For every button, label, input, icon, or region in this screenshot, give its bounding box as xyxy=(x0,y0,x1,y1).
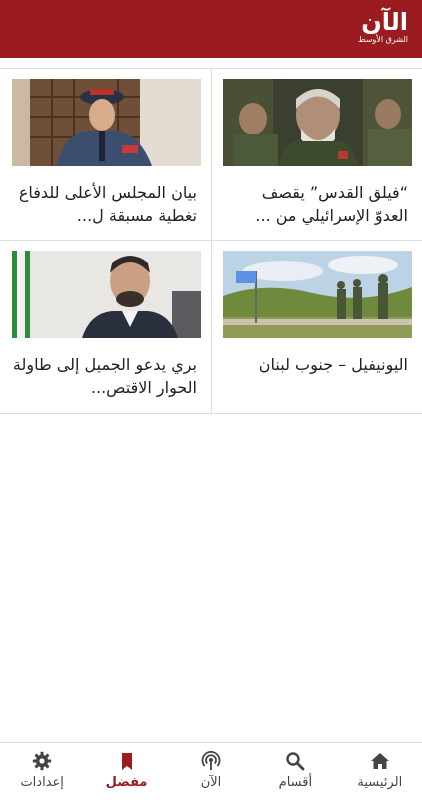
tab-label: الرئيسية xyxy=(357,775,403,790)
tab-label: مفضل xyxy=(105,775,148,790)
article-title[interactable]: بري يدعو الجميل إلى طاولة الحوار الاقتص.… xyxy=(12,353,197,399)
article-card[interactable]: بري يدعو الجميل إلى طاولة الحوار الاقتص.… xyxy=(0,241,211,413)
tab-label: أقسام xyxy=(278,775,313,790)
article-thumbnail[interactable] xyxy=(12,251,201,338)
article-title[interactable]: بيان المجلس الأعلى للدفاع تغطية مسبقة ل.… xyxy=(12,181,197,227)
bottom-tab-bar: الرئيسية أقسام الآن مفضل إعدادات xyxy=(0,742,422,800)
article-thumbnail[interactable] xyxy=(223,79,412,166)
tab-now[interactable]: الآن xyxy=(169,743,253,800)
article-card[interactable]: اليونيفيل – جنوب لبنان xyxy=(211,241,422,413)
article-card[interactable]: “فيلق القدس” يقصف العدوّ الإسرائيلي من .… xyxy=(211,69,422,241)
app-logo[interactable]: الآن الشرق الأوسط xyxy=(348,8,409,49)
article-thumbnail[interactable] xyxy=(12,79,201,166)
tab-favorites[interactable]: مفضل xyxy=(84,743,168,800)
tab-settings[interactable]: إعدادات xyxy=(0,743,84,800)
tab-sections[interactable]: أقسام xyxy=(253,743,337,800)
article-title[interactable]: “فيلق القدس” يقصف العدوّ الإسرائيلي من .… xyxy=(224,181,408,227)
article-card[interactable]: بيان المجلس الأعلى للدفاع تغطية مسبقة ل.… xyxy=(0,69,211,241)
search-icon xyxy=(286,752,305,771)
article-title[interactable]: اليونيفيل – جنوب لبنان xyxy=(224,353,408,376)
app-header: الآن الشرق الأوسط xyxy=(0,0,422,58)
home-icon xyxy=(370,753,389,769)
article-thumbnail[interactable] xyxy=(223,251,412,338)
tab-label: إعدادات xyxy=(20,775,64,790)
tab-home[interactable]: الرئيسية xyxy=(338,743,422,800)
tab-label: الآن xyxy=(200,775,222,790)
logo-sub-text: الشرق الأوسط xyxy=(358,35,408,44)
broadcast-icon xyxy=(201,751,221,770)
favorites-grid: “فيلق القدس” يقصف العدوّ الإسرائيلي من .… xyxy=(0,68,422,414)
gear-icon xyxy=(32,751,52,771)
bookmark-icon xyxy=(121,753,132,770)
logo-main-text: الآن xyxy=(361,8,409,36)
